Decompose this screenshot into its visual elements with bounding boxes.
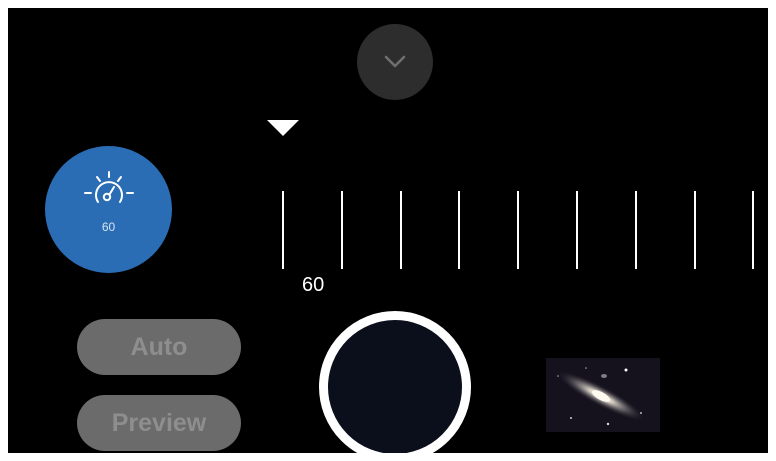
exposure-ruler[interactable] bbox=[282, 191, 768, 271]
ruler-tick bbox=[340, 191, 343, 269]
gallery-thumbnail[interactable] bbox=[546, 358, 660, 432]
collapse-button[interactable] bbox=[357, 24, 433, 100]
exposure-button[interactable]: 60 bbox=[45, 146, 172, 273]
exposure-value: 60 bbox=[101, 220, 116, 234]
auto-button[interactable]: Auto bbox=[77, 319, 241, 375]
ruler-tick bbox=[458, 191, 461, 269]
ruler-tick bbox=[752, 191, 755, 269]
speedometer-icon bbox=[83, 171, 134, 203]
ruler-indicator-triangle-icon bbox=[267, 120, 299, 136]
ruler-tick bbox=[576, 191, 578, 269]
ruler-tick bbox=[693, 191, 696, 269]
galaxy-thumbnail-image bbox=[546, 358, 660, 432]
ruler-tick bbox=[282, 191, 284, 269]
chevron-down-icon bbox=[384, 55, 406, 68]
preview-button[interactable]: Preview bbox=[77, 395, 241, 451]
ruler-tick bbox=[399, 191, 402, 269]
shutter-button[interactable] bbox=[319, 311, 471, 453]
camera-screen: 60 60 Auto Preview bbox=[8, 8, 768, 453]
ruler-tick bbox=[634, 191, 637, 269]
ruler-value: 60 bbox=[302, 274, 325, 296]
ruler-tick bbox=[517, 191, 520, 269]
